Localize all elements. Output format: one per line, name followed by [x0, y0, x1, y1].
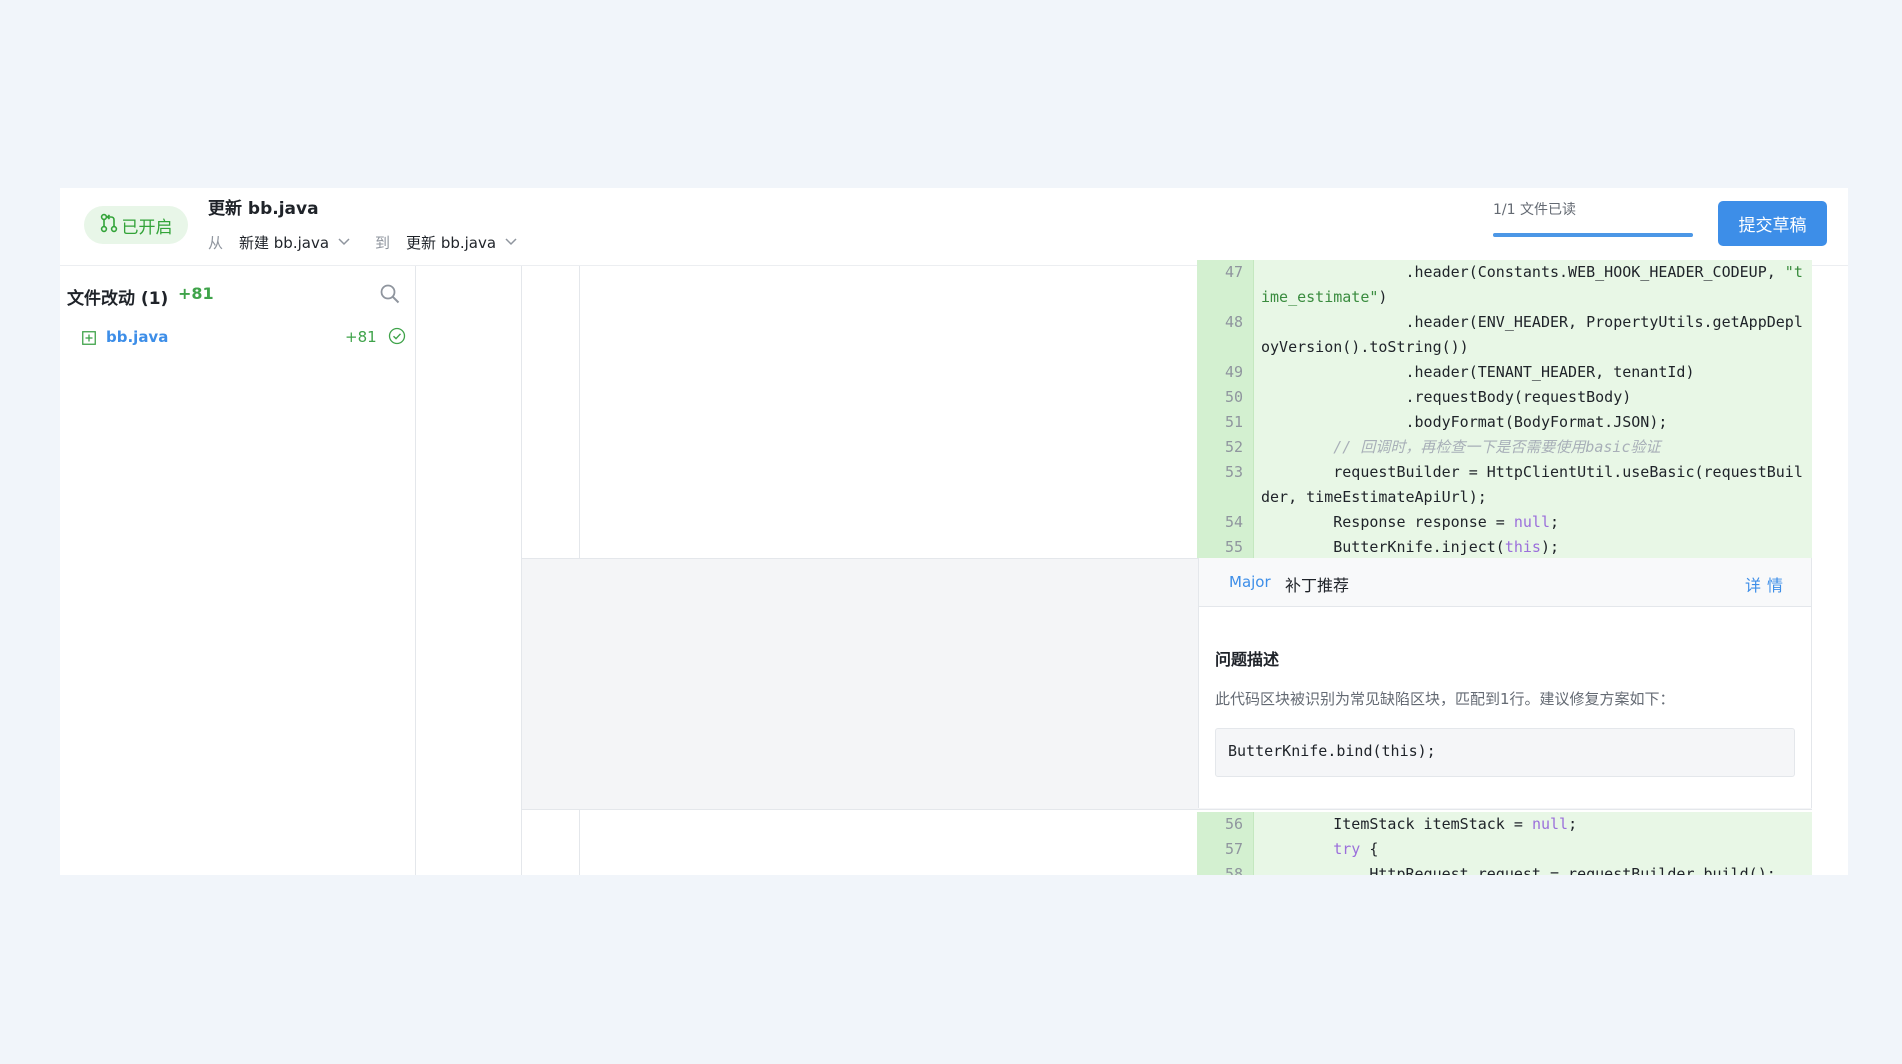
- read-progress-bar: [1493, 233, 1693, 237]
- suggested-fix-box: ButterKnife.bind(this);: [1215, 728, 1795, 777]
- file-list-item[interactable]: bb.java +81: [82, 324, 406, 350]
- chevron-down-icon: [337, 233, 351, 251]
- status-badge: 已开启: [84, 206, 188, 244]
- code-text: // 回调时，再检查一下是否需要使用basic验证: [1333, 438, 1661, 456]
- added-lines-block: 56 ItemStack itemStack = null; 57 try {58…: [1197, 812, 1812, 875]
- code-text: requestBuilder = HttpClientUtil.useBasic…: [1261, 463, 1803, 506]
- code-text: .requestBody(requestBody): [1261, 388, 1632, 406]
- code-line: 51 .bodyFormat(BodyFormat.JSON);: [1197, 410, 1812, 435]
- code-line: 52 // 回调时，再检查一下是否需要使用basic验证: [1197, 435, 1812, 460]
- target-branch-select[interactable]: 更新 bb.java: [406, 232, 518, 253]
- issue-heading: 问题描述: [1215, 650, 1280, 669]
- merge-request-panel: 已开启 更新 bb.java 从 新建 bb.java 到 更新 bb.java…: [60, 188, 1848, 875]
- line-number: 57: [1224, 840, 1243, 858]
- file-added-icon: [82, 330, 96, 345]
- suggested-fix-code: ButterKnife.bind(this);: [1228, 742, 1436, 760]
- read-progress-label: 1/1 文件已读: [1493, 202, 1576, 218]
- code-line: 47 .header(Constants.WEB_HOOK_HEADER_COD…: [1197, 260, 1812, 310]
- code-line: 58 HttpRequest request = requestBuilder.…: [1197, 862, 1812, 875]
- file-name: bb.java: [106, 328, 169, 346]
- code-issue-card: Major 补丁推荐 详情 问题描述 此代码区块被识别为常见缺陷区块，匹配到1行…: [1198, 558, 1812, 808]
- search-icon[interactable]: [379, 283, 401, 305]
- code-text: Response response = null;: [1261, 513, 1560, 531]
- file-changes-title: 文件改动 (1): [67, 289, 169, 309]
- line-number: 56: [1224, 815, 1243, 833]
- to-label: 到: [375, 233, 391, 252]
- code-line: 57 try {: [1197, 837, 1812, 862]
- line-number: 48: [1224, 313, 1243, 331]
- code-text: ItemStack itemStack = null;: [1261, 815, 1578, 833]
- line-number: 47: [1224, 263, 1243, 281]
- code-text: HttpRequest request = requestBuilder.bui…: [1261, 865, 1776, 875]
- code-line: 50 .requestBody(requestBody): [1197, 385, 1812, 410]
- file-additions-count: +81: [345, 328, 377, 346]
- line-number: 51: [1224, 413, 1243, 431]
- status-label: 已开启: [121, 217, 173, 238]
- target-branch-label: 更新 bb.java: [406, 233, 497, 252]
- added-lines-block: 47 .header(Constants.WEB_HOOK_HEADER_COD…: [1197, 260, 1812, 558]
- line-number: 49: [1224, 363, 1243, 381]
- issue-description: 此代码区块被识别为常见缺陷区块，匹配到1行。建议修复方案如下：: [1215, 690, 1675, 708]
- code-text: .header(TENANT_HEADER, tenantId): [1261, 363, 1695, 381]
- line-number: 58: [1224, 865, 1243, 875]
- code-line: 53 requestBuilder = HttpClientUtil.useBa…: [1197, 460, 1812, 510]
- branch-selector-row: 从 新建 bb.java 到 更新 bb.java: [208, 230, 542, 254]
- code-text: ButterKnife.inject(this);: [1261, 538, 1560, 556]
- chevron-down-icon: [504, 233, 518, 251]
- line-number: 53: [1224, 463, 1243, 481]
- issue-type-label: 补丁推荐: [1285, 576, 1350, 595]
- code-text: .header(Constants.WEB_HOOK_HEADER_CODEUP…: [1261, 263, 1803, 306]
- issue-card-header: Major 补丁推荐 详情: [1199, 558, 1811, 607]
- merge-request-header: 已开启 更新 bb.java 从 新建 bb.java 到 更新 bb.java…: [60, 188, 1848, 266]
- line-number: 52: [1224, 438, 1243, 456]
- source-branch-select[interactable]: 新建 bb.java: [239, 232, 351, 253]
- code-line: 54 Response response = null;: [1197, 510, 1812, 535]
- code-line: 48 .header(ENV_HEADER, PropertyUtils.get…: [1197, 310, 1812, 360]
- line-number: 55: [1224, 538, 1243, 556]
- from-label: 从: [208, 233, 224, 252]
- code-text: try {: [1333, 840, 1379, 858]
- code-line: 56 ItemStack itemStack = null;: [1197, 812, 1812, 837]
- read-progress-fill: [1493, 233, 1693, 237]
- code-line: 49 .header(TENANT_HEADER, tenantId): [1197, 360, 1812, 385]
- code-text: .header(ENV_HEADER, PropertyUtils.getApp…: [1261, 313, 1803, 356]
- line-number: 54: [1224, 513, 1243, 531]
- detail-link[interactable]: 详情: [1745, 572, 1789, 596]
- file-changes-sidebar: 文件改动 (1) +81 bb.java +81: [60, 266, 416, 875]
- check-circle-icon: [388, 327, 406, 345]
- submit-draft-button[interactable]: 提交草稿: [1718, 201, 1827, 246]
- diff-gutter: [416, 266, 522, 875]
- total-additions-count: +81: [178, 284, 214, 303]
- merge-request-icon: [100, 213, 118, 238]
- code-line: 55 ButterKnife.inject(this);: [1197, 535, 1812, 560]
- severity-label: Major: [1229, 573, 1271, 591]
- line-number: 50: [1224, 388, 1243, 406]
- page-title: 更新 bb.java: [208, 199, 319, 219]
- code-text: .bodyFormat(BodyFormat.JSON);: [1261, 413, 1668, 431]
- source-branch-label: 新建 bb.java: [239, 233, 330, 252]
